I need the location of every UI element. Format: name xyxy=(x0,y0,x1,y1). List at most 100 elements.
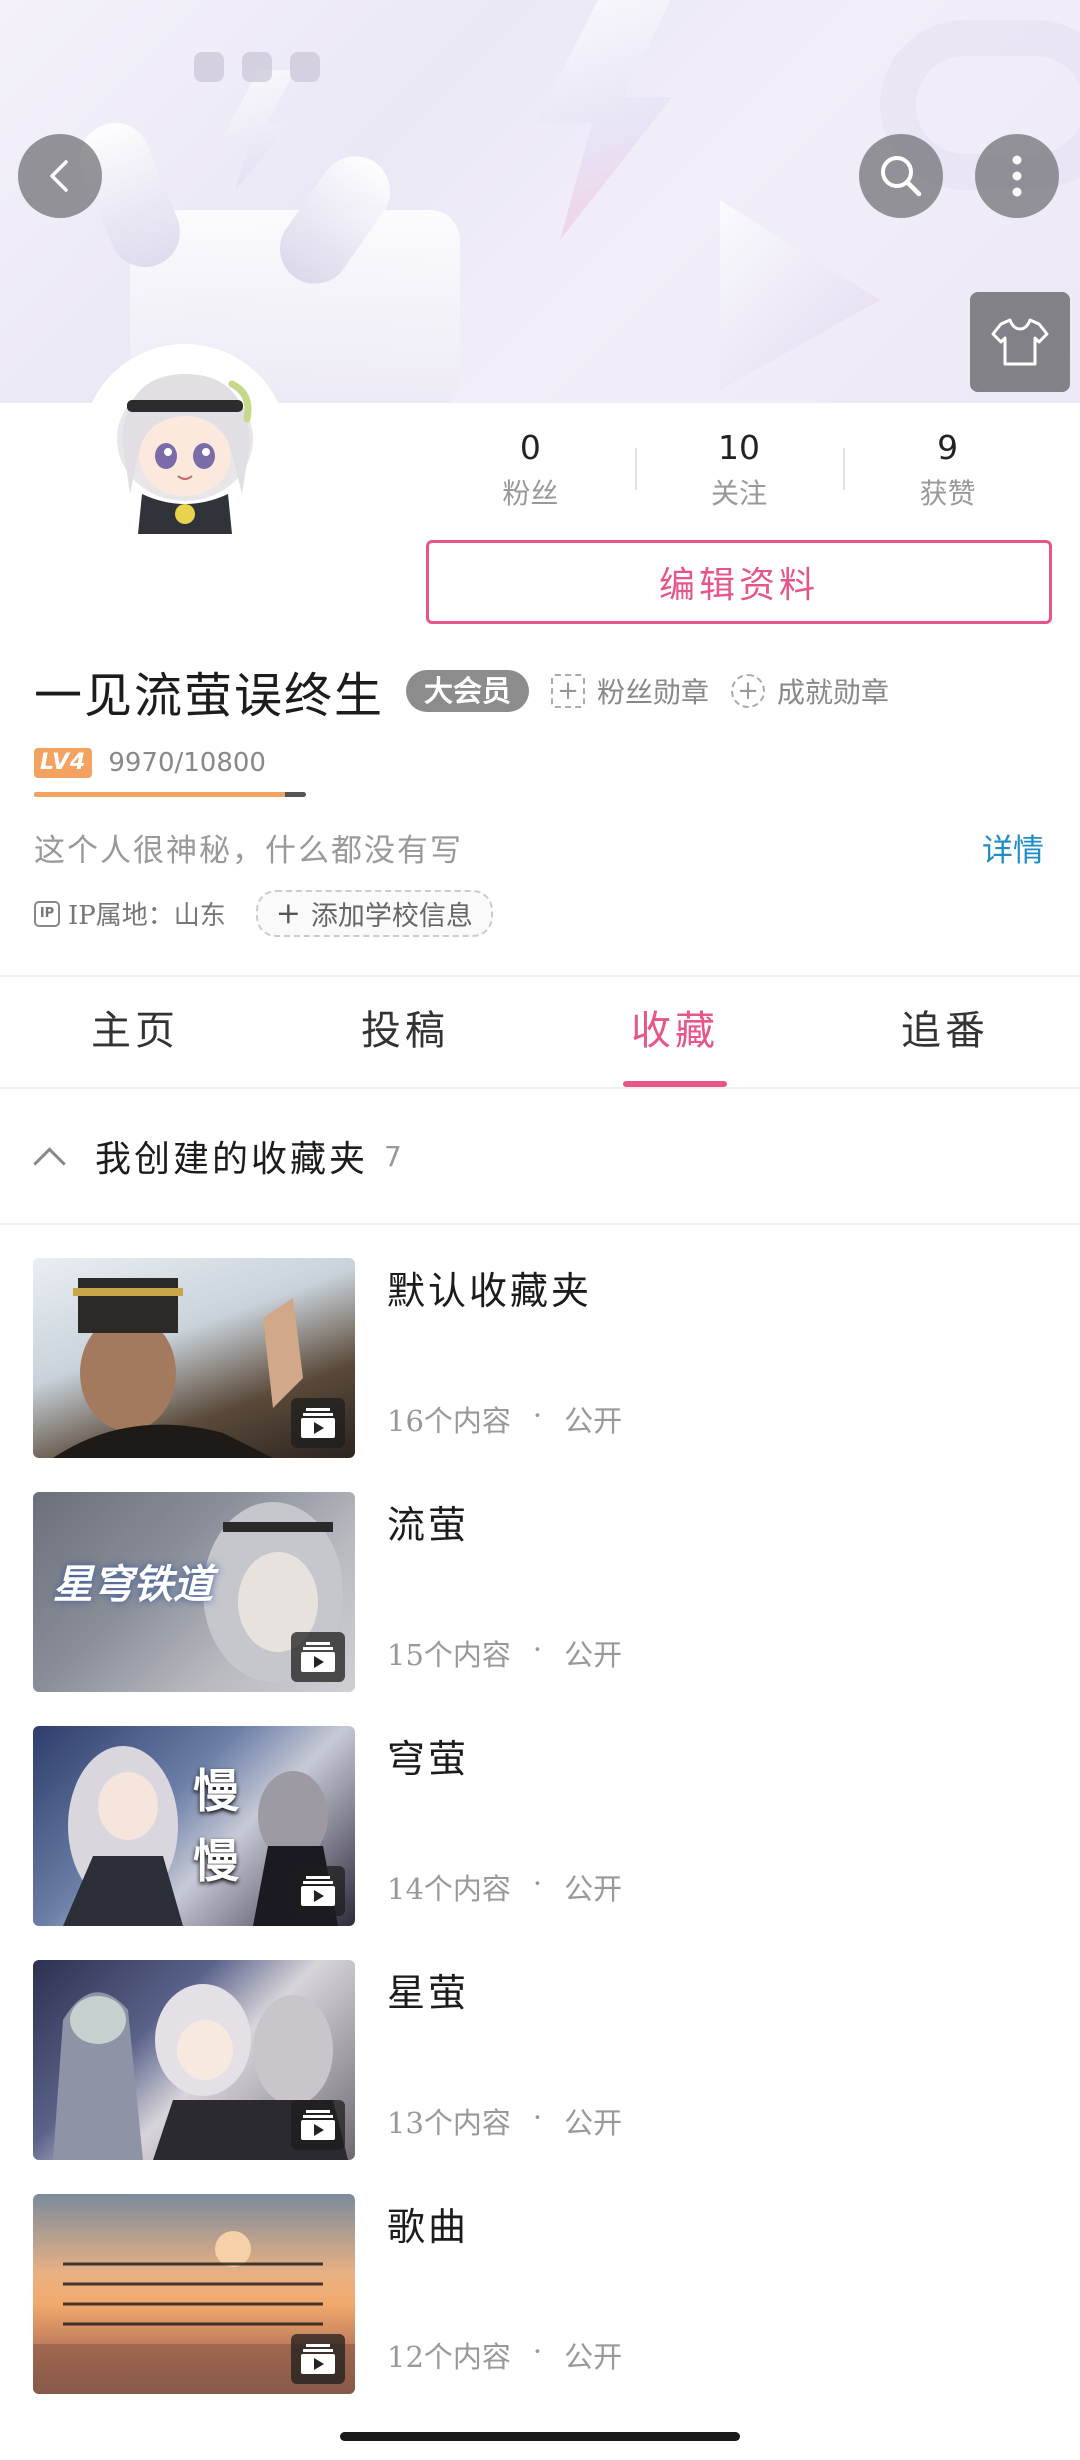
stat-label: 粉丝 xyxy=(502,477,559,510)
username: 一见流萤误终生 xyxy=(34,668,385,724)
stat-value: 9 xyxy=(937,428,959,467)
list-item[interactable]: 歌曲 12个内容 · 公开 xyxy=(0,2194,1080,2428)
video-list-icon xyxy=(291,2334,345,2384)
achievement-medal-label: 成就勋章 xyxy=(777,676,890,709)
folder-count: 14个内容 xyxy=(387,1872,511,1906)
name-row: 一见流萤误终生 大会员 + 粉丝勋章 + 成就勋章 xyxy=(34,656,889,726)
folder-list: 默认收藏夹 16个内容 · 公开 星穹铁道 流萤 15个内容 · 公开 慢慢 穹… xyxy=(0,1258,1080,2428)
folder-count: 12个内容 xyxy=(387,2340,511,2374)
tab-favorites[interactable]: 收藏 xyxy=(540,977,810,1087)
thumbnail-logo-text: 星穹铁道 xyxy=(53,1561,213,1608)
fan-medal-button[interactable]: + 粉丝勋章 xyxy=(551,671,709,711)
folder-title: 星萤 xyxy=(387,1971,470,2015)
avatar[interactable] xyxy=(82,344,288,550)
search-icon xyxy=(881,156,922,197)
video-list-icon xyxy=(291,2100,345,2150)
video-list-icon xyxy=(291,1866,345,1916)
divider xyxy=(0,1223,1080,1225)
status-icon xyxy=(194,52,224,82)
list-item[interactable]: 星萤 13个内容 · 公开 xyxy=(0,1960,1080,2194)
home-indicator[interactable] xyxy=(340,2432,740,2441)
chevron-up-icon xyxy=(33,1146,66,1180)
chevron-left-icon xyxy=(50,160,68,192)
more-button[interactable] xyxy=(975,134,1059,218)
exp-text: 9970/10800 xyxy=(108,748,266,778)
stat-fans[interactable]: 0 粉丝 xyxy=(426,420,635,520)
folder-visibility: 公开 xyxy=(564,2106,623,2140)
vip-badge[interactable]: 大会员 xyxy=(406,670,530,712)
folder-visibility: 公开 xyxy=(564,1872,623,1906)
tab-uploads[interactable]: 投稿 xyxy=(270,977,540,1087)
exp-progress-fill xyxy=(34,792,286,797)
profile-stats: 0 粉丝 10 关注 9 获赞 xyxy=(426,420,1052,520)
banner-play-decoration xyxy=(720,200,880,390)
stat-value: 0 xyxy=(519,428,541,467)
add-school-label: 添加学校信息 xyxy=(310,901,473,932)
level-badge: LV4 xyxy=(34,748,93,778)
medal-icon: + xyxy=(551,674,586,708)
folder-count: 15个内容 xyxy=(387,1638,511,1672)
folder-thumbnail: 星穹铁道 xyxy=(33,1492,355,1692)
edit-profile-button[interactable]: 编辑资料 xyxy=(426,540,1052,624)
folder-title: 歌曲 xyxy=(387,2205,470,2249)
back-button[interactable] xyxy=(18,134,102,218)
folder-visibility: 公开 xyxy=(564,2340,623,2374)
dress-up-button[interactable] xyxy=(970,292,1070,392)
list-item[interactable]: 默认收藏夹 16个内容 · 公开 xyxy=(0,1258,1080,1492)
folder-title: 穹萤 xyxy=(387,1737,470,1781)
folder-meta: 13个内容 · 公开 xyxy=(387,2100,622,2142)
stat-label: 关注 xyxy=(711,477,768,510)
meta-dot: · xyxy=(532,1632,543,1666)
meta-dot: · xyxy=(532,1866,543,1900)
folder-title: 流萤 xyxy=(387,1503,470,1547)
list-item[interactable]: 星穹铁道 流萤 15个内容 · 公开 xyxy=(0,1492,1080,1726)
status-bar-icons xyxy=(194,52,320,82)
status-icon xyxy=(290,52,320,82)
folders-section-title: 我创建的收藏夹 xyxy=(95,1139,369,1180)
stat-likes[interactable]: 9 获赞 xyxy=(843,420,1052,520)
banner-bolt-decoration xyxy=(536,0,680,240)
folder-meta: 12个内容 · 公开 xyxy=(387,2334,622,2376)
exp-progress-bar xyxy=(34,792,306,797)
ip-icon: IP xyxy=(34,900,60,927)
ip-row: IP IP属地：山东 + 添加学校信息 xyxy=(34,890,493,937)
tab-bangumi[interactable]: 追番 xyxy=(810,977,1080,1087)
meta-dot: · xyxy=(532,2100,543,2134)
fan-medal-label: 粉丝勋章 xyxy=(597,676,710,709)
add-school-button[interactable]: + 添加学校信息 xyxy=(255,890,493,937)
achievement-medal-button[interactable]: + 成就勋章 xyxy=(731,671,889,711)
meta-dot: · xyxy=(532,1398,543,1432)
folder-thumbnail: 慢慢 xyxy=(33,1726,355,1926)
level-row[interactable]: LV4 9970/10800 xyxy=(34,748,266,778)
achievement-icon: + xyxy=(731,674,766,708)
folders-section-count: 7 xyxy=(384,1139,402,1173)
stat-value: 10 xyxy=(718,428,760,467)
detail-link[interactable]: 详情 xyxy=(982,825,1044,870)
folder-count: 13个内容 xyxy=(387,2106,511,2140)
folder-meta: 14个内容 · 公开 xyxy=(387,1866,622,1908)
plus-icon: + xyxy=(275,896,301,931)
status-icon xyxy=(242,52,272,82)
meta-dot: · xyxy=(532,2334,543,2368)
tab-home[interactable]: 主页 xyxy=(0,977,270,1087)
profile-tabs: 主页 投稿 收藏 追番 xyxy=(0,977,1080,1087)
video-list-icon xyxy=(291,1398,345,1448)
stat-following[interactable]: 10 关注 xyxy=(634,420,844,520)
banner-bolt-decoration xyxy=(223,70,295,190)
folder-visibility: 公开 xyxy=(564,1638,623,1672)
bio-text: 这个人很神秘，什么都没有写 xyxy=(34,833,463,869)
thumbnail-overlay-text: 慢慢 xyxy=(193,1764,239,1888)
folder-meta: 16个内容 · 公开 xyxy=(387,1398,622,1440)
video-list-icon xyxy=(291,1632,345,1682)
folder-thumbnail xyxy=(33,1258,355,1458)
ip-location: IP属地：山东 xyxy=(68,901,226,931)
stat-label: 获赞 xyxy=(919,477,976,510)
search-button[interactable] xyxy=(859,134,943,218)
folder-visibility: 公开 xyxy=(564,1404,623,1438)
more-vertical-icon xyxy=(1012,155,1022,197)
created-folders-header[interactable]: 我创建的收藏夹 7 xyxy=(0,1089,1080,1223)
list-item[interactable]: 慢慢 穹萤 14个内容 · 公开 xyxy=(0,1726,1080,1960)
folder-title: 默认收藏夹 xyxy=(387,1269,593,1313)
avatar-illustration xyxy=(82,344,288,550)
shirt-icon xyxy=(991,318,1049,366)
